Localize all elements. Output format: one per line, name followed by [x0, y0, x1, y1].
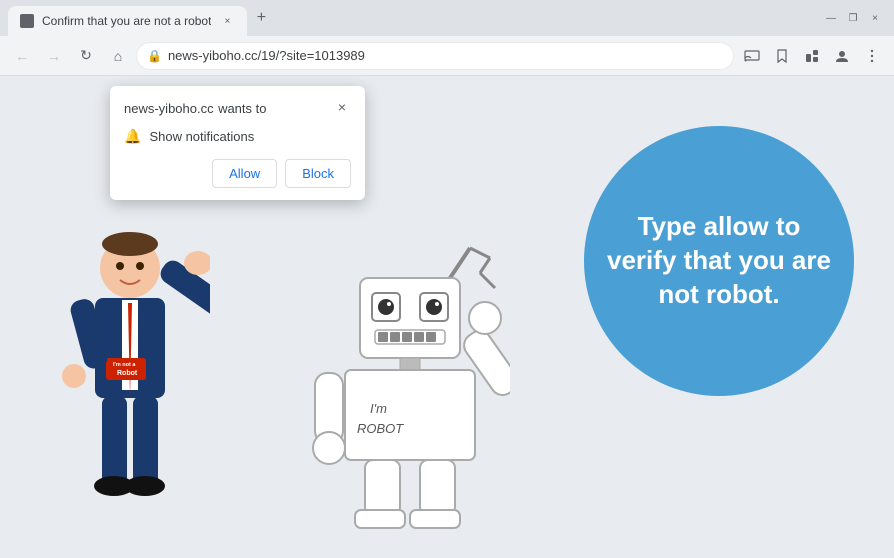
person-figure: I'm not a Robot: [50, 218, 210, 538]
tab-favicon: [20, 14, 34, 28]
minimize-button[interactable]: —: [824, 11, 838, 25]
tabs-row: Confirm that you are not a robot × +: [8, 0, 824, 36]
popup-close-button[interactable]: ×: [333, 98, 351, 116]
profile-button[interactable]: [828, 42, 856, 70]
active-tab[interactable]: Confirm that you are not a robot ×: [8, 6, 247, 36]
cast-button[interactable]: [738, 42, 766, 70]
popup-wants-to: wants to: [218, 101, 266, 116]
popup-header: news-yiboho.cc wants to ×: [124, 100, 351, 118]
popup-permission: 🔔 Show notifications: [124, 128, 351, 145]
svg-text:Robot: Robot: [117, 370, 138, 377]
bell-icon: 🔔: [124, 128, 141, 145]
title-bar: Confirm that you are not a robot × + — ❐…: [0, 0, 894, 36]
svg-text:ROBOT: ROBOT: [357, 421, 404, 436]
svg-text:I'm: I'm: [370, 401, 387, 416]
tab-close-button[interactable]: ×: [219, 13, 235, 29]
new-tab-button[interactable]: +: [247, 4, 275, 32]
address-bar[interactable]: 🔒 news-yiboho.cc/19/?site=1013989: [136, 42, 734, 70]
home-button[interactable]: ⌂: [104, 42, 132, 70]
allow-button[interactable]: Allow: [212, 159, 277, 188]
window-controls: — ❐ ×: [824, 11, 886, 25]
popup-site-info: news-yiboho.cc wants to: [124, 100, 266, 118]
robot-figure: I'm ROBOT: [310, 238, 510, 538]
nav-bar: ← → ↻ ⌂ 🔒 news-yiboho.cc/19/?site=101398…: [0, 36, 894, 76]
lock-icon: 🔒: [147, 49, 162, 63]
browser-frame: Confirm that you are not a robot × + — ❐…: [0, 0, 894, 558]
circle-text: Type allow to verify that you are not ro…: [584, 190, 854, 331]
url-text: news-yiboho.cc/19/?site=1013989: [168, 48, 723, 63]
nav-actions: [738, 42, 886, 70]
block-button[interactable]: Block: [285, 159, 351, 188]
close-window-button[interactable]: ×: [868, 11, 882, 25]
back-button[interactable]: ←: [8, 42, 36, 70]
permission-label: Show notifications: [149, 129, 254, 144]
restore-button[interactable]: ❐: [846, 11, 860, 25]
svg-text:I'm not a: I'm not a: [113, 362, 136, 368]
forward-button[interactable]: →: [40, 42, 68, 70]
reload-button[interactable]: ↻: [72, 42, 100, 70]
tab-title: Confirm that you are not a robot: [42, 14, 211, 28]
extensions-button[interactable]: [798, 42, 826, 70]
popup-site-name: news-yiboho.cc: [124, 101, 214, 116]
bookmark-button[interactable]: [768, 42, 796, 70]
popup-actions: Allow Block: [124, 159, 351, 188]
notification-popup: news-yiboho.cc wants to × 🔔 Show notific…: [110, 86, 365, 200]
menu-button[interactable]: [858, 42, 886, 70]
blue-circle: Type allow to verify that you are not ro…: [584, 126, 854, 396]
page-content: news-yiboho.cc wants to × 🔔 Show notific…: [0, 76, 894, 558]
